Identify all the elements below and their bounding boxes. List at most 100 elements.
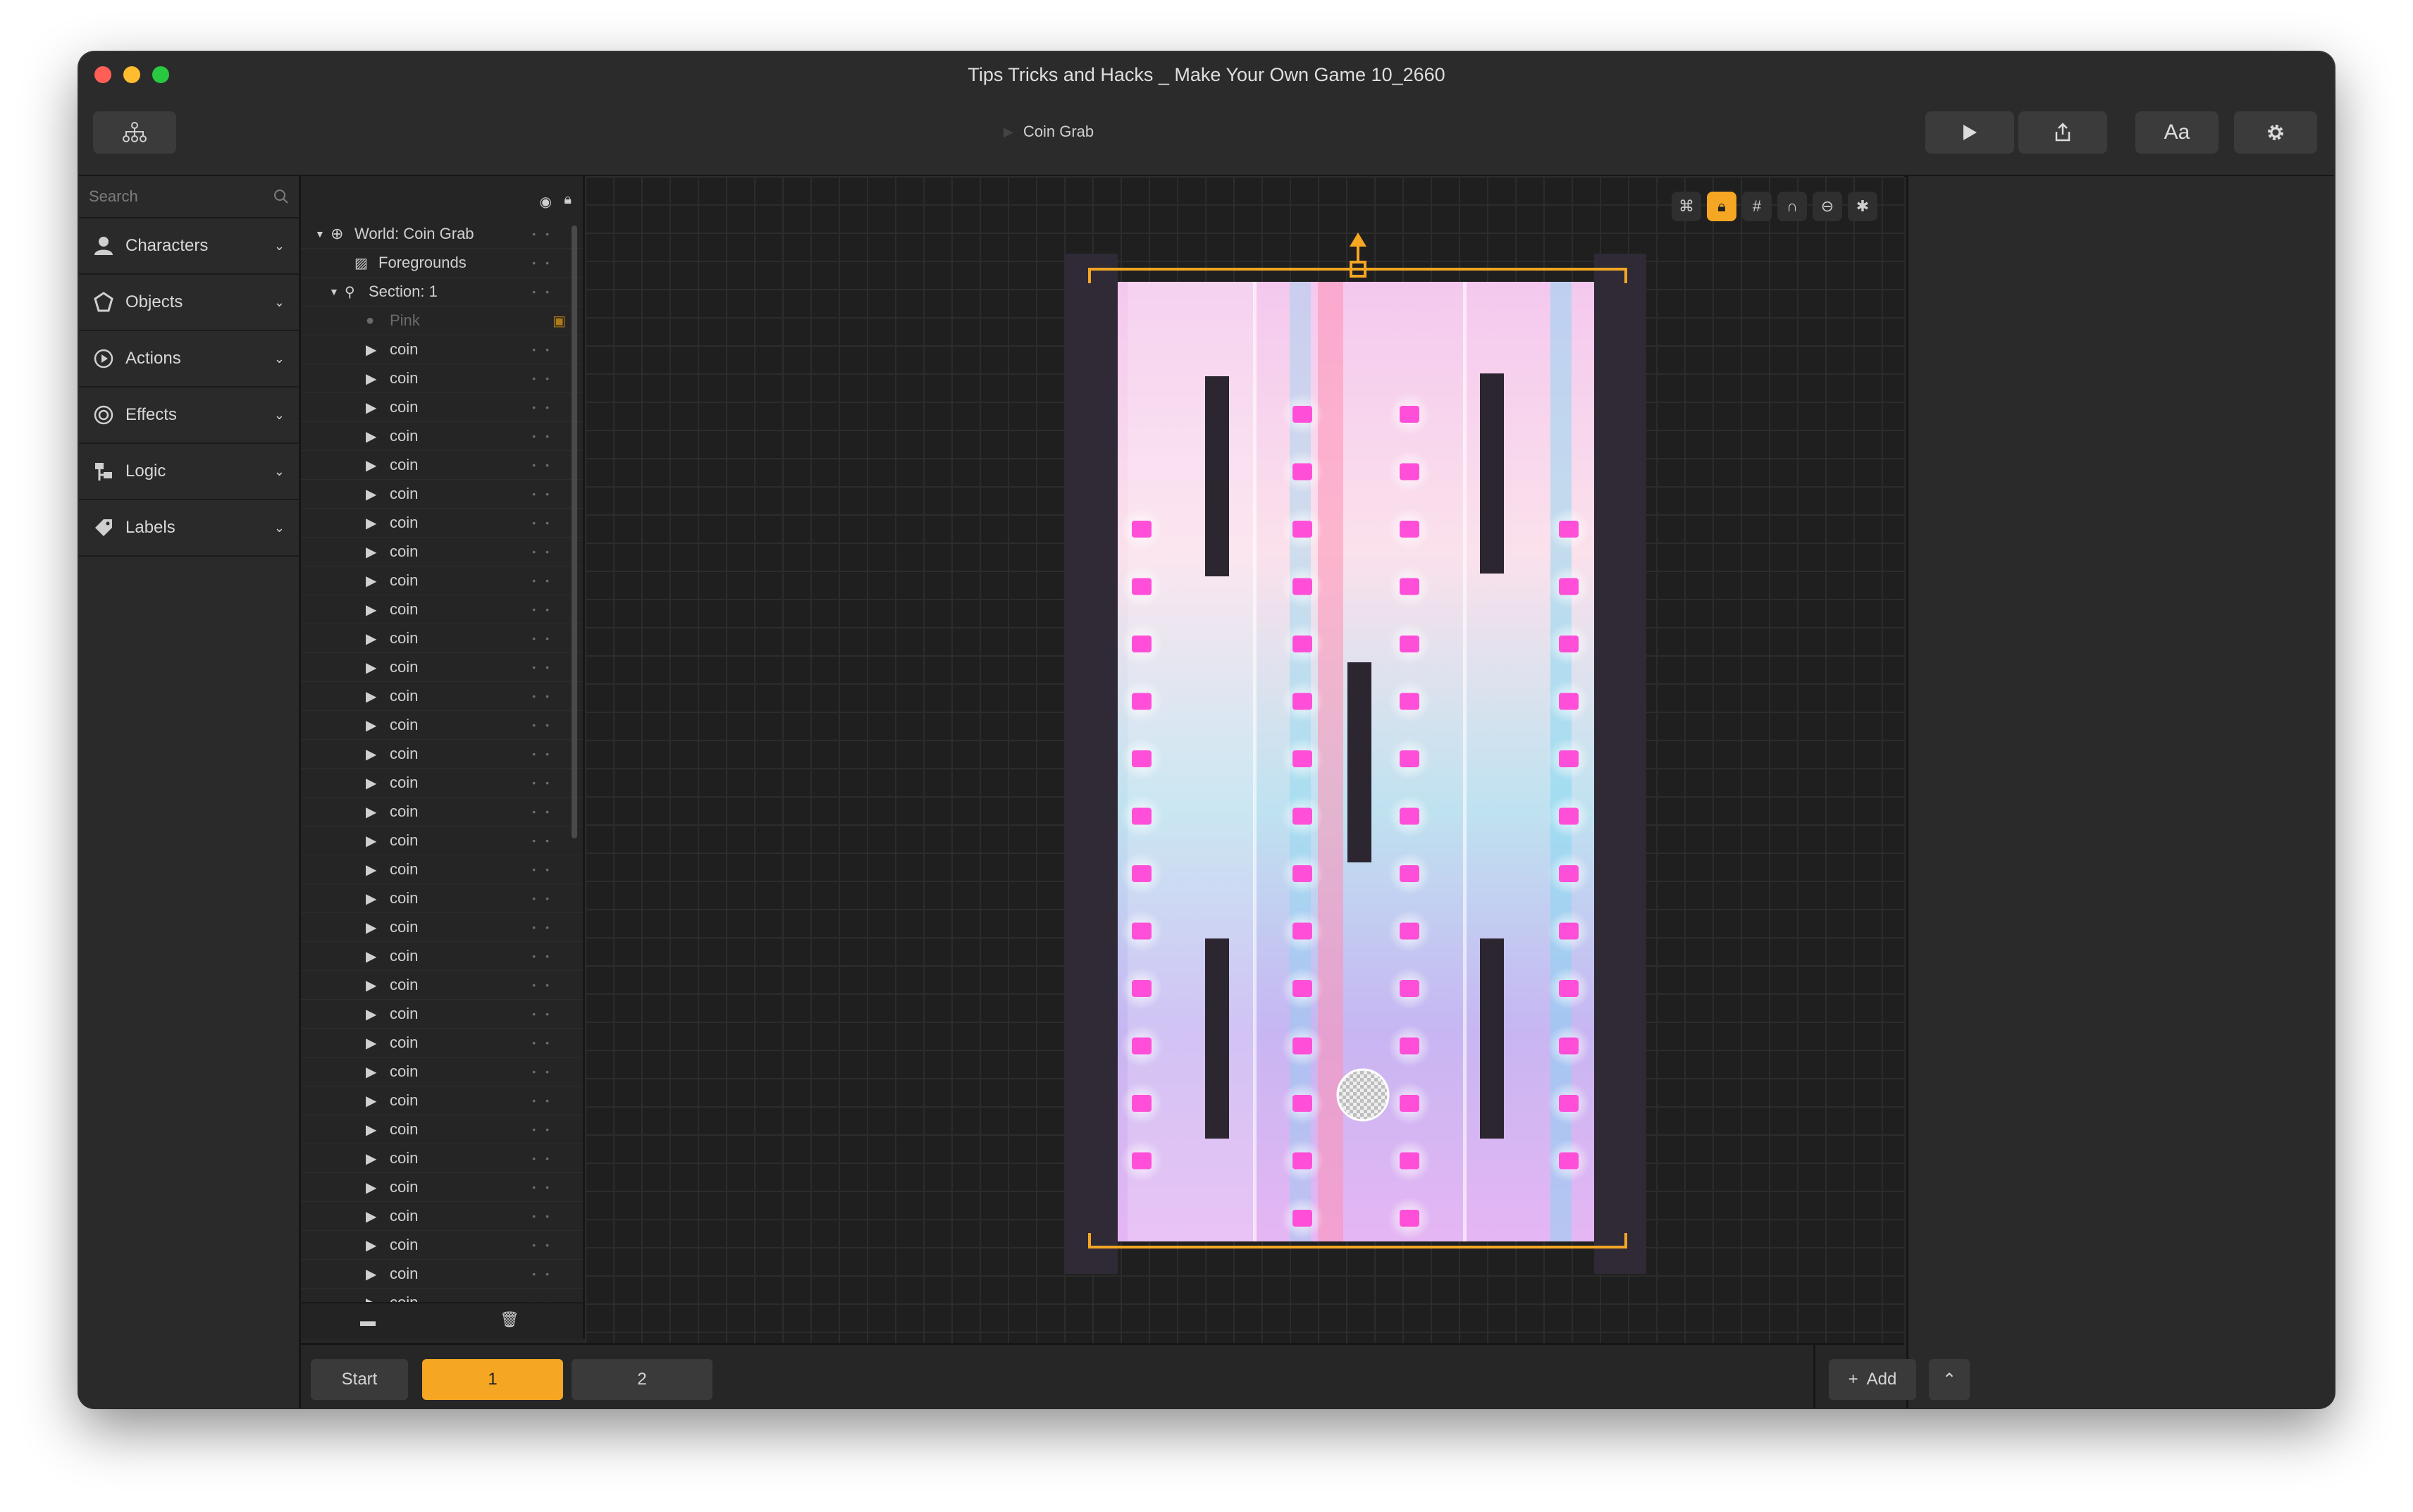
row-toggles[interactable]: ••: [532, 575, 559, 586]
row-toggles[interactable]: ••: [532, 1153, 559, 1164]
tree-row-coin[interactable]: ▶ coin ••: [301, 971, 583, 1000]
row-toggles[interactable]: ••: [532, 1066, 559, 1077]
tree-row-coin[interactable]: ▶ coin ••: [301, 1058, 583, 1086]
row-toggles[interactable]: ••: [532, 1239, 559, 1251]
section-tab-1[interactable]: 1: [422, 1359, 563, 1400]
row-toggles[interactable]: ••: [532, 228, 559, 240]
coin[interactable]: [1132, 807, 1152, 825]
category-labels[interactable]: Labels ⌄: [79, 500, 299, 557]
row-toggles[interactable]: ••: [532, 979, 559, 991]
coin[interactable]: [1400, 922, 1419, 940]
settings-button[interactable]: [2234, 111, 2317, 154]
coin[interactable]: [1400, 1152, 1419, 1170]
coin[interactable]: [1400, 865, 1419, 882]
tree-row-coin[interactable]: ▶ coin ••: [301, 335, 583, 364]
coin[interactable]: [1559, 922, 1579, 940]
row-toggles[interactable]: ••: [532, 922, 559, 933]
minimize-window-button[interactable]: [123, 66, 140, 83]
coin[interactable]: [1559, 865, 1579, 882]
eye-icon[interactable]: ◉: [540, 193, 552, 211]
tree-row-coin[interactable]: ▶ coin ••: [301, 1173, 583, 1202]
tree-row-coin[interactable]: ▶ coin ••: [301, 566, 583, 595]
row-toggles[interactable]: ••: [532, 286, 559, 297]
row-toggles[interactable]: ••: [532, 719, 559, 731]
coin[interactable]: [1292, 578, 1312, 595]
row-toggles[interactable]: ••: [532, 257, 559, 268]
coin[interactable]: [1400, 636, 1419, 652]
coin[interactable]: [1400, 521, 1419, 538]
row-toggles[interactable]: ••: [532, 604, 559, 615]
section-tab-2[interactable]: 2: [572, 1359, 712, 1400]
hierarchy-button[interactable]: [93, 111, 176, 154]
font-button[interactable]: Aa: [2135, 111, 2218, 154]
row-toggles[interactable]: ••: [532, 459, 559, 471]
category-logic[interactable]: Logic ⌄: [79, 444, 299, 500]
coin[interactable]: [1292, 406, 1312, 423]
coin[interactable]: [1292, 693, 1312, 710]
start-tab[interactable]: Start: [311, 1359, 408, 1400]
folder-icon[interactable]: ▬: [360, 1312, 376, 1330]
tree-row-coin[interactable]: ▶ coin ••: [301, 798, 583, 826]
coin[interactable]: [1292, 521, 1312, 538]
row-toggles[interactable]: ••: [532, 864, 559, 875]
coin[interactable]: [1132, 922, 1152, 940]
search-input[interactable]: Search: [89, 187, 138, 206]
row-toggles[interactable]: ••: [532, 373, 559, 384]
tree-row-coin[interactable]: ▶ coin ••: [301, 1260, 583, 1289]
coin[interactable]: [1559, 578, 1579, 595]
coin[interactable]: [1292, 807, 1312, 825]
coin[interactable]: [1292, 750, 1312, 767]
tree-row-coin[interactable]: ▶ coin ••: [301, 1231, 583, 1260]
row-toggles[interactable]: ••: [532, 1124, 559, 1135]
tree-row-coin[interactable]: ▶ coin ••: [301, 653, 583, 682]
tree-row-coin[interactable]: ▶ coin ••: [301, 682, 583, 711]
row-toggles[interactable]: ••: [532, 344, 559, 355]
coin[interactable]: [1400, 578, 1419, 595]
tree-row-coin[interactable]: ▶ coin ••: [301, 740, 583, 769]
tree-row-coin[interactable]: ▶ coin ••: [301, 1144, 583, 1173]
row-toggles[interactable]: ••: [532, 662, 559, 673]
breadcrumb-scene[interactable]: Coin Grab: [1023, 123, 1094, 141]
coin[interactable]: [1132, 1037, 1152, 1055]
coin[interactable]: [1400, 693, 1419, 710]
locked-icon[interactable]: ▣: [553, 312, 566, 330]
row-toggles[interactable]: ••: [532, 517, 559, 528]
tree-row-coin[interactable]: ▶ coin ••: [301, 884, 583, 913]
coin[interactable]: [1400, 1095, 1419, 1112]
tree-row-coin[interactable]: ▶ coin ••: [301, 1000, 583, 1029]
coin[interactable]: [1292, 1152, 1312, 1170]
row-toggles[interactable]: ••: [532, 950, 559, 962]
coin[interactable]: [1559, 1095, 1579, 1112]
coin[interactable]: [1132, 578, 1152, 595]
disclosure-icon[interactable]: ▼: [315, 228, 331, 240]
expand-button[interactable]: ⌃: [1929, 1359, 1970, 1400]
tree-row-coin[interactable]: ▶ coin ••: [301, 913, 583, 942]
trash-icon[interactable]: 🗑︎: [500, 1310, 519, 1329]
coin[interactable]: [1292, 922, 1312, 940]
coin[interactable]: [1559, 1037, 1579, 1055]
tree-row-coin[interactable]: ▶ coin ••: [301, 393, 583, 422]
tree-row-coin[interactable]: ▶ coin ••: [301, 451, 583, 480]
row-toggles[interactable]: ••: [532, 748, 559, 760]
tree-row-coin[interactable]: ▶ coin ••: [301, 769, 583, 798]
category-characters[interactable]: Characters ⌄: [79, 218, 299, 275]
tree-row-coin[interactable]: ▶ coin ••: [301, 364, 583, 393]
tree-row-coin[interactable]: ▶ coin ••: [301, 1086, 583, 1115]
tree-row-coin[interactable]: ▶ coin ••: [301, 624, 583, 653]
coin[interactable]: [1400, 406, 1419, 423]
share-button[interactable]: [2018, 111, 2107, 154]
row-toggles[interactable]: ••: [532, 1037, 559, 1048]
tree-row-coin[interactable]: ▶ coin ••: [301, 855, 583, 884]
tree-row-pink[interactable]: ● Pink ▣: [301, 306, 583, 335]
coin[interactable]: [1559, 980, 1579, 997]
coin[interactable]: [1559, 521, 1579, 538]
coin[interactable]: [1292, 1037, 1312, 1055]
coin[interactable]: [1400, 463, 1419, 481]
search-field[interactable]: Search: [79, 176, 299, 218]
lock-icon[interactable]: 🔒︎: [564, 192, 572, 208]
tree-scrollbar[interactable]: [572, 225, 577, 838]
row-toggles[interactable]: ••: [532, 1210, 559, 1222]
coin[interactable]: [1400, 807, 1419, 825]
tree-row-foregrounds[interactable]: ▨ Foregrounds ••: [301, 249, 583, 278]
coin[interactable]: [1400, 1037, 1419, 1055]
